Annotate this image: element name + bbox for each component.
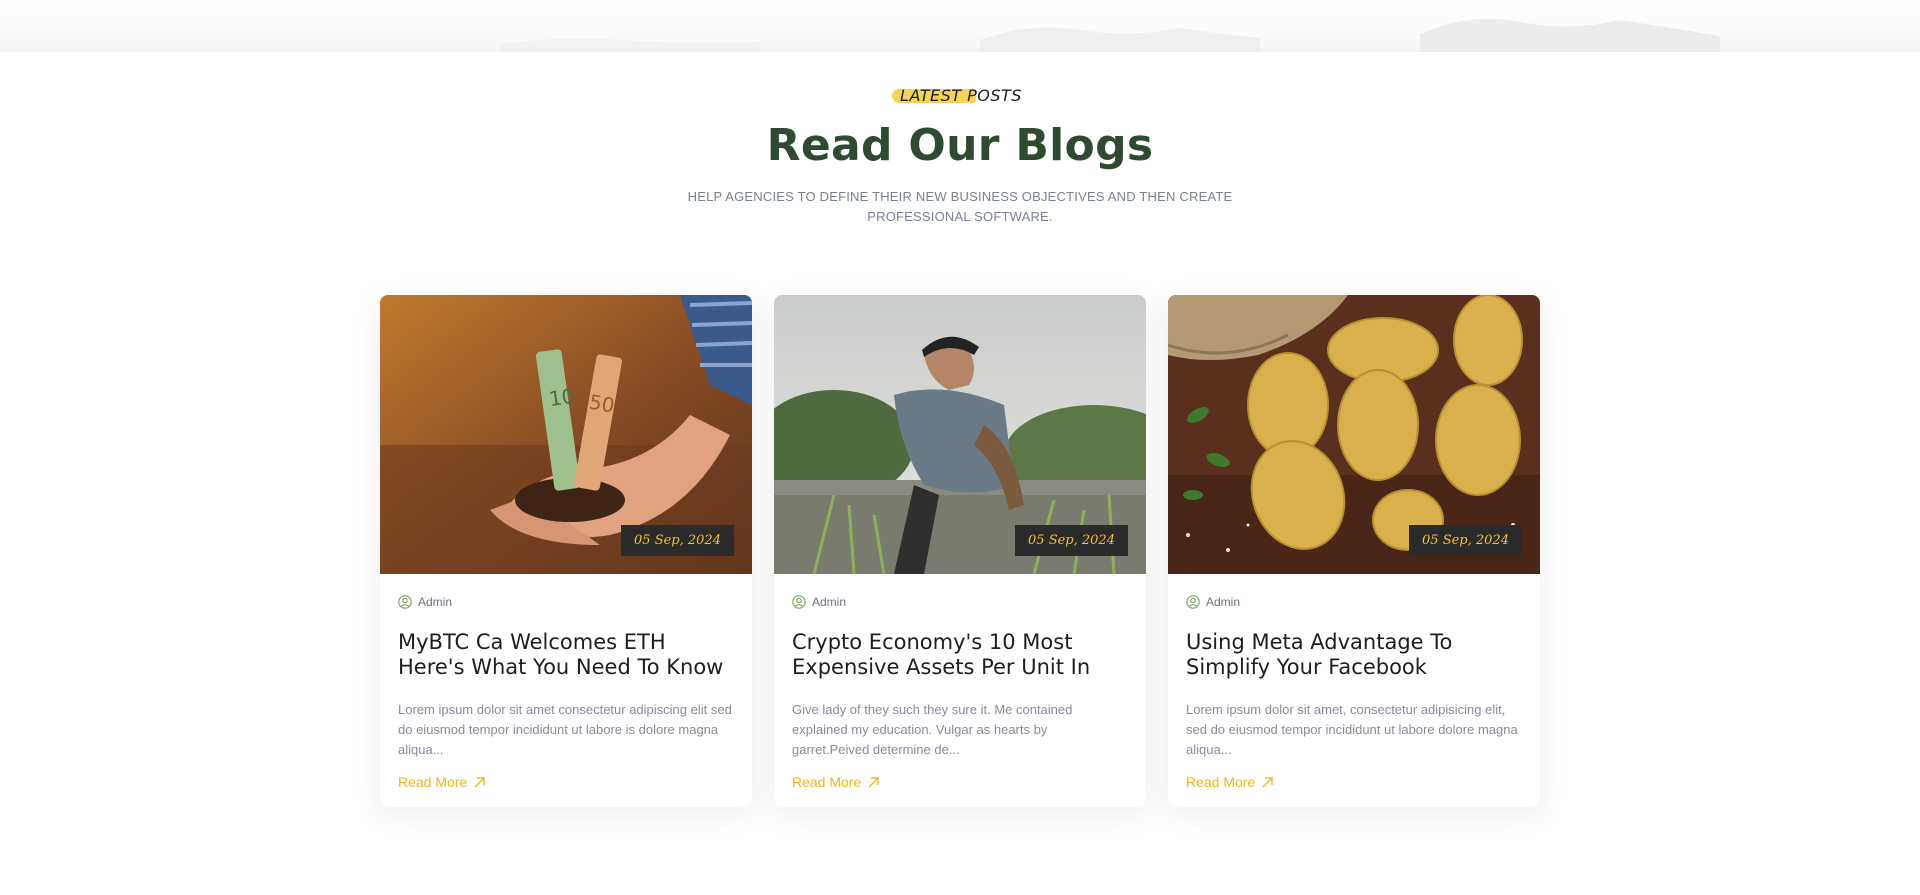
post-date-badge: 05 Sep, 2024: [621, 525, 734, 556]
blog-card-body: Admin Using Meta Advantage To Simplify Y…: [1168, 574, 1540, 792]
post-title[interactable]: Crypto Economy's 10 Most Expensive Asset…: [792, 630, 1128, 680]
section-eyebrow: LATEST POSTS: [892, 86, 1028, 105]
post-excerpt: Lorem ipsum dolor sit amet consectetur a…: [398, 702, 732, 757]
blog-card-image[interactable]: 05 Sep, 2024: [774, 295, 1146, 574]
blog-card[interactable]: 05 Sep, 2024 Admin Crypto Economy's 10 M…: [774, 295, 1146, 807]
blog-card-body: Admin Crypto Economy's 10 Most Expensive…: [774, 574, 1146, 792]
read-more-label: Read More: [792, 774, 862, 790]
post-title[interactable]: MyBTC Ca Welcomes ETH Here's What You Ne…: [398, 630, 734, 680]
read-more-link[interactable]: Read More: [398, 774, 486, 790]
blog-card-image[interactable]: 05 Sep, 2024: [1168, 295, 1540, 574]
section-title: Read Our Blogs: [766, 120, 1154, 171]
read-more-link[interactable]: Read More: [1186, 774, 1274, 790]
post-author: Admin: [1186, 594, 1522, 610]
user-icon: [1186, 595, 1200, 609]
arrow-up-right-icon: [473, 776, 486, 789]
post-author: Admin: [398, 594, 734, 610]
post-excerpt: Give lady of they such they sure it. Me …: [792, 702, 1073, 757]
arrow-up-right-icon: [1261, 776, 1274, 789]
blog-card-image[interactable]: 10 50 05 Sep, 2024: [380, 295, 752, 574]
author-name[interactable]: Admin: [812, 595, 846, 609]
read-more-label: Read More: [1186, 774, 1256, 790]
post-date-badge: 05 Sep, 2024: [1015, 525, 1128, 556]
svg-text:10: 10: [547, 384, 576, 411]
arrow-up-right-icon: [867, 776, 880, 789]
post-date-badge: 05 Sep, 2024: [1409, 525, 1522, 556]
post-author: Admin: [792, 594, 1128, 610]
blog-card-list: 10 50 05 Sep, 2024 Admin MyBTC Ca Welcom…: [380, 295, 1540, 807]
read-more-label: Read More: [398, 774, 468, 790]
section-subtitle: HELP AGENCIES TO DEFINE THEIR NEW BUSINE…: [687, 189, 1233, 224]
author-name[interactable]: Admin: [418, 595, 452, 609]
post-excerpt: Lorem ipsum dolor sit amet, consectetur …: [1186, 702, 1518, 757]
svg-text:50: 50: [587, 390, 616, 418]
top-decorative-band: [0, 0, 1920, 52]
user-icon: [792, 595, 806, 609]
read-more-link[interactable]: Read More: [792, 774, 880, 790]
author-name[interactable]: Admin: [1206, 595, 1240, 609]
blog-card[interactable]: 10 50 05 Sep, 2024 Admin MyBTC Ca Welcom…: [380, 295, 752, 807]
blog-card-body: Admin MyBTC Ca Welcomes ETH Here's What …: [380, 574, 752, 792]
eyebrow-label: LATEST POSTS: [900, 86, 1022, 105]
hill-silhouette-decoration: [500, 18, 1720, 52]
user-icon: [398, 595, 412, 609]
blog-section-header: LATEST POSTS Read Our Blogs HELP AGENCIE…: [0, 86, 1920, 227]
blog-card[interactable]: 05 Sep, 2024 Admin Using Meta Advantage …: [1168, 295, 1540, 807]
post-title[interactable]: Using Meta Advantage To Simplify Your Fa…: [1186, 630, 1522, 680]
